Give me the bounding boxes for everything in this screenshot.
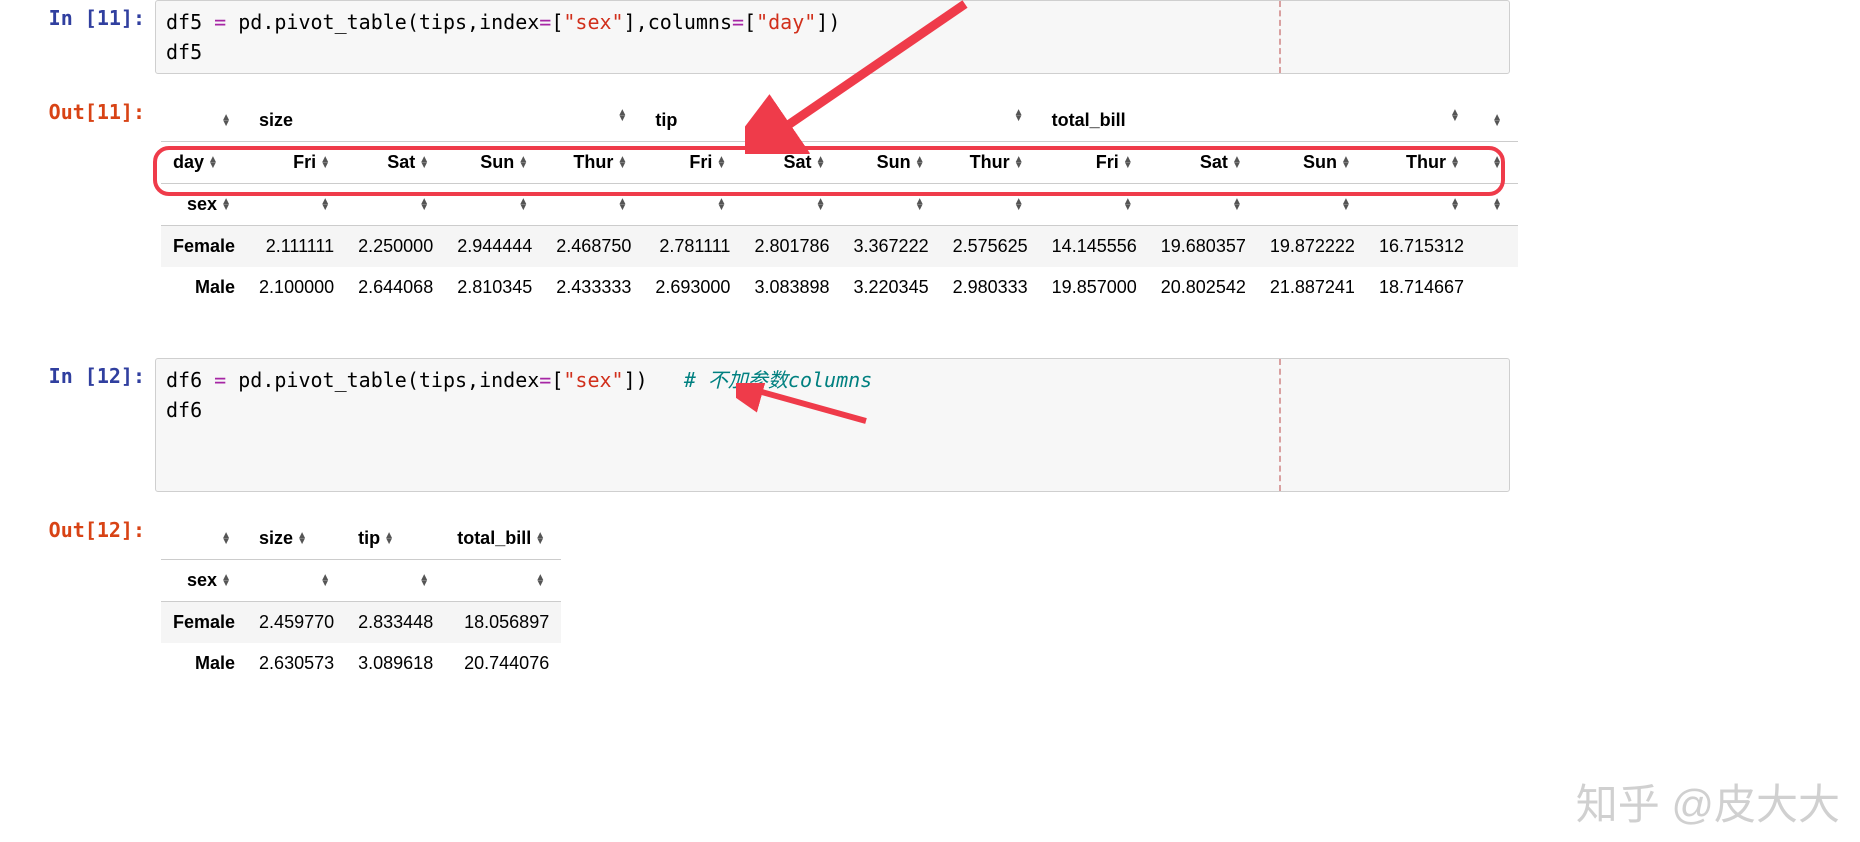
- col-day[interactable]: Sun: [842, 142, 941, 184]
- cell-1-output: Out[11]: size tip total_bill day Fri Sat…: [0, 94, 1860, 308]
- sort-icon: [419, 157, 429, 169]
- dataframe-12: size tip total_bill sex Female 2.459770 …: [161, 518, 561, 684]
- output-12: size tip total_bill sex Female 2.459770 …: [155, 512, 1860, 684]
- sex-label[interactable]: sex: [161, 560, 247, 602]
- sort-icon: [617, 157, 627, 169]
- sort-icon: [617, 110, 627, 122]
- sort-icon: [1014, 157, 1024, 169]
- table-row: Male 2.100000 2.644068 2.810345 2.433333…: [161, 267, 1518, 308]
- header-row-groups: size tip total_bill: [161, 100, 1518, 142]
- watermark: 知乎 @皮大大: [1576, 771, 1840, 832]
- table-row: Female 2.459770 2.833448 18.056897: [161, 602, 561, 644]
- sort-icon: [320, 157, 330, 169]
- ruler-line: [1279, 359, 1281, 491]
- sort-icon: [535, 533, 545, 545]
- header-row-cols: size tip total_bill: [161, 518, 561, 560]
- sex-label[interactable]: sex: [161, 184, 247, 226]
- output-11: size tip total_bill day Fri Sat Sun Thur…: [155, 94, 1860, 308]
- row-label: Female: [161, 226, 247, 268]
- sort-icon: [419, 575, 429, 587]
- in-prompt-11: In [11]:: [0, 0, 155, 30]
- col-total-bill[interactable]: total_bill: [1040, 100, 1476, 142]
- sort-icon: [221, 115, 231, 127]
- in-prompt-12: In [12]:: [0, 358, 155, 388]
- sort-icon: [518, 199, 528, 211]
- col-day[interactable]: Thur: [1367, 142, 1476, 184]
- sort-icon: [617, 199, 627, 211]
- col-day[interactable]: Sat: [1149, 142, 1258, 184]
- sort-icon: [1341, 157, 1351, 169]
- sort-icon: [716, 157, 726, 169]
- header-row-sex: sex: [161, 560, 561, 602]
- sort-icon: [915, 199, 925, 211]
- row-label: Female: [161, 602, 247, 644]
- header-row-sex: sex: [161, 184, 1518, 226]
- sort-icon: [419, 199, 429, 211]
- out-prompt-11: Out[11]:: [0, 94, 155, 124]
- sort-icon: [221, 575, 231, 587]
- cell-2-input: In [12]: df6 = pd.pivot_table(tips,index…: [0, 358, 1860, 492]
- col-size[interactable]: size: [247, 518, 346, 560]
- sort-tail[interactable]: [1476, 100, 1518, 142]
- col-size[interactable]: size: [247, 100, 643, 142]
- row-label: Male: [161, 643, 247, 684]
- col-day[interactable]: Sat: [742, 142, 841, 184]
- sort-blank[interactable]: [161, 100, 247, 142]
- col-total-bill[interactable]: total_bill: [445, 518, 561, 560]
- dataframe-11: size tip total_bill day Fri Sat Sun Thur…: [161, 100, 1518, 308]
- sort-icon: [1014, 110, 1024, 122]
- sort-icon: [221, 199, 231, 211]
- sort-icon: [716, 199, 726, 211]
- col-day[interactable]: Sun: [1258, 142, 1367, 184]
- day-label[interactable]: day: [161, 142, 247, 184]
- sort-icon: [1492, 115, 1502, 127]
- out-prompt-12: Out[12]:: [0, 512, 155, 542]
- sort-icon: [1492, 157, 1502, 169]
- sort-icon: [320, 575, 330, 587]
- sort-icon: [208, 157, 218, 169]
- sort-icon: [1014, 199, 1024, 211]
- code-input-12[interactable]: df6 = pd.pivot_table(tips,index=["sex"])…: [155, 358, 1510, 492]
- sort-icon: [816, 199, 826, 211]
- col-day[interactable]: Fri: [643, 142, 742, 184]
- col-day[interactable]: Sun: [445, 142, 544, 184]
- table-row: Male 2.630573 3.089618 20.744076: [161, 643, 561, 684]
- sort-icon: [320, 199, 330, 211]
- sort-icon: [297, 533, 307, 545]
- cell-1-input: In [11]: df5 = pd.pivot_table(tips,index…: [0, 0, 1860, 74]
- sort-tail[interactable]: [1476, 142, 1518, 184]
- col-day[interactable]: Thur: [544, 142, 643, 184]
- col-day[interactable]: Fri: [247, 142, 346, 184]
- sort-icon: [1123, 199, 1133, 211]
- sort-icon: [1450, 199, 1460, 211]
- col-tip[interactable]: tip: [643, 100, 1039, 142]
- cell-2-output: Out[12]: size tip total_bill sex: [0, 512, 1860, 684]
- sort-icon: [384, 533, 394, 545]
- table-row: Female 2.111111 2.250000 2.944444 2.4687…: [161, 226, 1518, 268]
- header-row-days: day Fri Sat Sun Thur Fri Sat Sun Thur Fr…: [161, 142, 1518, 184]
- sort-icon: [1450, 110, 1460, 122]
- col-day[interactable]: Sat: [346, 142, 445, 184]
- sort-icon: [816, 157, 826, 169]
- sort-icon: [1341, 199, 1351, 211]
- col-day[interactable]: Thur: [941, 142, 1040, 184]
- sort-icon: [915, 157, 925, 169]
- sort-icon: [1232, 199, 1242, 211]
- sort-icon: [1492, 199, 1502, 211]
- col-tip[interactable]: tip: [346, 518, 445, 560]
- code-input-11[interactable]: df5 = pd.pivot_table(tips,index=["sex"],…: [155, 0, 1510, 74]
- sort-icon: [535, 575, 545, 587]
- row-label: Male: [161, 267, 247, 308]
- sort-icon: [1232, 157, 1242, 169]
- sort-icon: [1450, 157, 1460, 169]
- sort-icon: [518, 157, 528, 169]
- ruler-line: [1279, 1, 1281, 73]
- col-day[interactable]: Fri: [1040, 142, 1149, 184]
- sort-icon: [221, 533, 231, 545]
- sort-icon: [1123, 157, 1133, 169]
